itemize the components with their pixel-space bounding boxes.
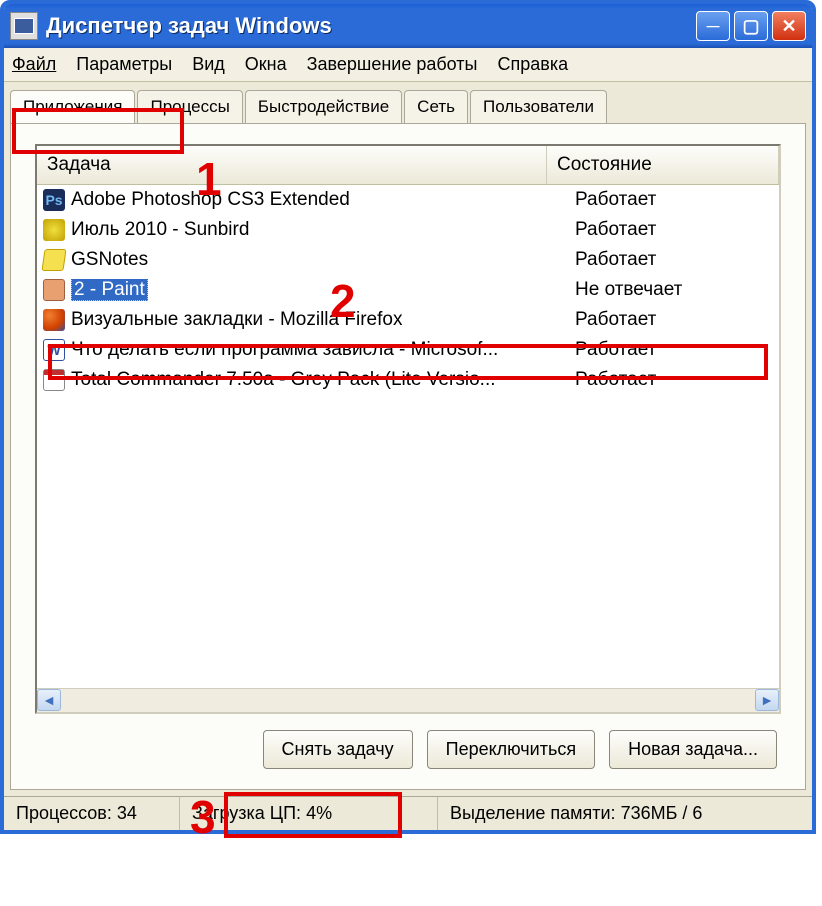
menu-view[interactable]: Вид [192,54,225,75]
task-status: Не отвечает [575,279,773,301]
task-manager-window: Диспетчер задач Windows ─ ▢ ✕ Файл Парам… [0,0,816,834]
scroll-right-button[interactable]: ► [755,689,779,711]
task-name: Июль 2010 - Sunbird [71,219,575,241]
app-icon [10,12,38,40]
tab-row: Приложения Процессы Быстродействие Сеть … [4,82,812,123]
status-memory: Выделение памяти: 736МБ / 6 [438,797,812,830]
tab-body: Задача Состояние Ps Adobe Photoshop CS3 E… [10,123,806,790]
list-item[interactable]: W Что делать если программа зависла - Mic… [37,335,779,365]
tab-network[interactable]: Сеть [404,90,468,123]
task-status: Работает [575,309,773,331]
tc-icon [43,369,65,391]
task-name: Total Commander 7.50a - Grey Pack (Lite … [71,369,575,391]
task-status: Работает [575,249,773,271]
maximize-button[interactable]: ▢ [734,11,768,41]
minimize-button[interactable]: ─ [696,11,730,41]
menu-file[interactable]: Файл [12,54,56,75]
task-status: Работает [575,339,773,361]
tab-performance[interactable]: Быстродействие [245,90,402,123]
list-item[interactable]: Июль 2010 - SunbirdРаботает [37,215,779,245]
tab-processes[interactable]: Процессы [137,90,242,123]
new-task-button[interactable]: Новая задача... [609,730,777,769]
end-task-button[interactable]: Снять задачу [263,730,413,769]
scroll-left-button[interactable]: ◄ [37,689,61,711]
task-name: GSNotes [71,249,575,271]
gs-icon [41,249,66,271]
menu-windows[interactable]: Окна [245,54,287,75]
task-name: Визуальные закладки - Mozilla Firefox [71,309,575,331]
task-status: Работает [575,189,773,211]
horizontal-scrollbar[interactable]: ◄ ► [37,688,779,712]
task-name: Adobe Photoshop CS3 Extended [71,189,575,211]
menubar: Файл Параметры Вид Окна Завершение работ… [4,48,812,82]
task-status: Работает [575,219,773,241]
menu-options[interactable]: Параметры [76,54,172,75]
list-item[interactable]: Total Commander 7.50a - Grey Pack (Lite … [37,365,779,395]
applications-list[interactable]: Задача Состояние Ps Adobe Photoshop CS3 E… [35,144,781,714]
column-task[interactable]: Задача [37,146,547,184]
wd-icon: W [43,339,65,361]
statusbar: Процессов: 34 Загрузка ЦП: 4% Выделение … [4,796,812,830]
list-item[interactable]: GSNotesРаботает [37,245,779,275]
task-name: 2 - Paint [71,279,575,301]
button-row: Снять задачу Переключиться Новая задача.… [35,714,781,775]
list-item[interactable]: 2 - PaintНе отвечает [37,275,779,305]
menu-help[interactable]: Справка [497,54,568,75]
close-button[interactable]: ✕ [772,11,806,41]
ps-icon: Ps [43,189,65,211]
ff-icon [43,309,65,331]
tab-users[interactable]: Пользователи [470,90,607,123]
list-item[interactable]: Ps Adobe Photoshop CS3 ExtendedРаботает [37,185,779,215]
titlebar[interactable]: Диспетчер задач Windows ─ ▢ ✕ [4,4,812,48]
list-header: Задача Состояние [37,146,779,185]
status-processes: Процессов: 34 [4,797,180,830]
list-item[interactable]: Визуальные закладки - Mozilla FirefoxРаб… [37,305,779,335]
task-status: Работает [575,369,773,391]
task-name: Что делать если программа зависла - Micr… [71,339,575,361]
switch-to-button[interactable]: Переключиться [427,730,595,769]
column-status[interactable]: Состояние [547,146,779,184]
scroll-track[interactable] [61,689,755,712]
status-cpu: Загрузка ЦП: 4% [180,797,438,830]
tab-applications[interactable]: Приложения [10,90,135,123]
window-title: Диспетчер задач Windows [46,13,332,39]
sb-icon [43,219,65,241]
pt-icon [43,279,65,301]
menu-shutdown[interactable]: Завершение работы [307,54,478,75]
